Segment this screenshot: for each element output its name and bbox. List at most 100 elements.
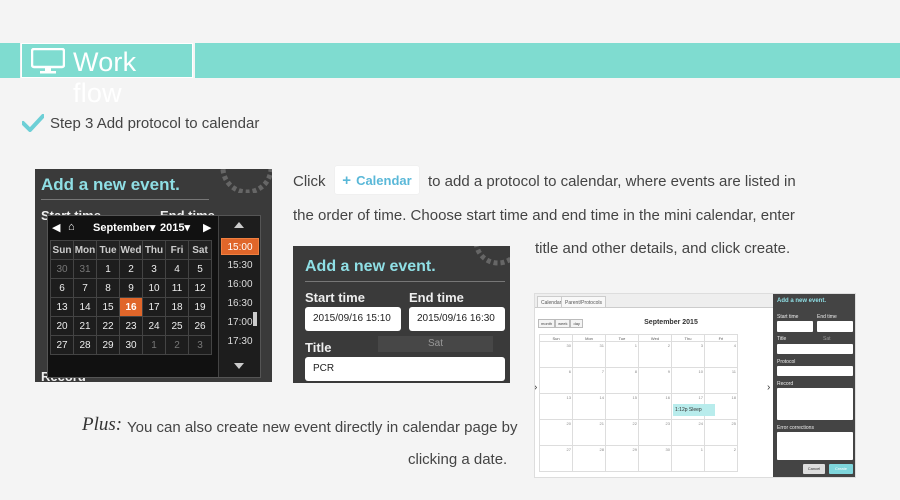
cancel-button[interactable]: Cancel [803, 464, 825, 474]
day-cell[interactable]: 6 [539, 367, 573, 394]
sidebar-end-field[interactable] [817, 321, 853, 332]
time-option[interactable]: 17:30 [221, 333, 259, 350]
day-cell[interactable]: 30 [119, 335, 143, 355]
day-cell[interactable]: 4 [704, 341, 738, 368]
time-option[interactable]: 15:00 [221, 238, 259, 255]
sidebar-errors-field[interactable] [777, 432, 853, 460]
day-cell[interactable]: 22 [605, 419, 639, 446]
day-cell[interactable]: 20 [539, 419, 573, 446]
sidebar-protocol-select[interactable] [777, 366, 853, 376]
start-time-field[interactable]: 2015/09/16 15:10 [305, 307, 401, 331]
day-cell[interactable]: 7 [572, 367, 606, 394]
day-cell[interactable]: 12 [188, 278, 212, 298]
view-week-button[interactable]: week [555, 319, 571, 328]
view-day-button[interactable]: day [570, 319, 583, 328]
day-cell[interactable]: 22 [96, 316, 120, 336]
day-cell[interactable]: 15 [605, 393, 639, 420]
day-cell[interactable]: 1 [605, 341, 639, 368]
day-cell[interactable]: 1 [142, 335, 166, 355]
day-cell[interactable]: 13 [539, 393, 573, 420]
day-cell[interactable]: 30 [638, 445, 672, 472]
day-cell[interactable]: 29 [605, 445, 639, 472]
day-cell[interactable]: 2 [119, 259, 143, 279]
create-button[interactable]: Create [829, 464, 853, 474]
day-cell[interactable]: 7 [73, 278, 97, 298]
day-cell[interactable]: 27 [539, 445, 573, 472]
next-month-icon[interactable]: ▶ [203, 221, 211, 234]
day-cell[interactable]: 8 [605, 367, 639, 394]
view-switcher: month week day [538, 319, 583, 328]
day-cell[interactable]: 30 [50, 259, 74, 279]
date-picker[interactable]: ◀ ⌂ September▾ 2015▾ ▶ Sun Mon Tue Wed Thu Fr… [47, 215, 261, 378]
time-list[interactable]: 15:00 15:30 16:00 16:30 17:00 17:30 [218, 216, 260, 377]
sidebar-start-field[interactable] [777, 321, 813, 332]
day-cell[interactable]: 25 [165, 316, 189, 336]
day-cell[interactable]: 23 [638, 419, 672, 446]
prev-month-icon[interactable]: ◀ [52, 221, 60, 234]
prev-arrow-icon[interactable]: › [535, 382, 537, 393]
day-cell[interactable]: 9 [638, 367, 672, 394]
day-cell[interactable]: 2 [704, 445, 738, 472]
next-arrow-icon[interactable]: › [767, 382, 770, 393]
day-cell[interactable]: 3 [142, 259, 166, 279]
day-cell[interactable]: 25 [704, 419, 738, 446]
sidebar-record-field[interactable] [777, 388, 853, 420]
day-cell[interactable]: 8 [96, 278, 120, 298]
day-cell[interactable]: 1 [671, 445, 705, 472]
day-cell[interactable]: 19 [188, 297, 212, 317]
day-cell[interactable]: 21 [572, 419, 606, 446]
title-field[interactable]: PCR [305, 357, 505, 381]
day-cell[interactable]: 1 [96, 259, 120, 279]
day-cell[interactable]: 17 [142, 297, 166, 317]
day-cell[interactable]: 24 [142, 316, 166, 336]
month-select[interactable]: September▾ [93, 221, 155, 234]
day-cell[interactable]: 20 [50, 316, 74, 336]
day-cell[interactable]: 11 [165, 278, 189, 298]
sidebar-title-field[interactable] [777, 344, 853, 354]
time-option[interactable]: 16:00 [221, 276, 259, 293]
day-cell[interactable]: 10 [142, 278, 166, 298]
end-time-field[interactable]: 2015/09/16 16:30 [409, 307, 505, 331]
day-cell[interactable]: 24 [671, 419, 705, 446]
time-scrollbar[interactable] [253, 312, 257, 326]
time-up-icon[interactable] [234, 222, 244, 228]
calendar-event[interactable]: 1:12p Sleep [673, 404, 715, 416]
day-cell[interactable]: 26 [188, 316, 212, 336]
day-cell[interactable]: 3 [671, 341, 705, 368]
tab-bar: Calendar Parent/Protocols [535, 294, 773, 308]
day-cell[interactable]: 14 [572, 393, 606, 420]
home-icon[interactable]: ⌂ [68, 221, 75, 233]
view-month-button[interactable]: month [538, 319, 556, 328]
day-cell[interactable]: 18 [165, 297, 189, 317]
day-cell[interactable]: 28 [73, 335, 97, 355]
tab-protocols[interactable]: Parent/Protocols [561, 296, 606, 308]
plus-line1: You can also create new event directly i… [127, 419, 518, 436]
add-calendar-button[interactable]: + Calendar [335, 166, 419, 194]
day-cell[interactable]: 4 [165, 259, 189, 279]
time-option[interactable]: 16:30 [221, 295, 259, 312]
time-down-icon[interactable] [234, 363, 244, 369]
day-cell[interactable]: 30 [539, 341, 573, 368]
day-cell[interactable]: 31 [572, 341, 606, 368]
day-cell[interactable]: 13 [50, 297, 74, 317]
day-cell[interactable]: 6 [50, 278, 74, 298]
day-cell[interactable]: 16 [119, 297, 143, 317]
day-cell[interactable]: 9 [119, 278, 143, 298]
day-cell[interactable]: 16 [638, 393, 672, 420]
day-cell[interactable]: 2 [165, 335, 189, 355]
day-cell[interactable]: 31 [73, 259, 97, 279]
day-cell[interactable]: 28 [572, 445, 606, 472]
day-cell[interactable]: 11 [704, 367, 738, 394]
day-cell[interactable]: 3 [188, 335, 212, 355]
year-select[interactable]: 2015▾ [160, 221, 190, 234]
day-cell[interactable]: 21 [73, 316, 97, 336]
day-cell[interactable]: 27 [50, 335, 74, 355]
day-cell[interactable]: 15 [96, 297, 120, 317]
time-option[interactable]: 15:30 [221, 257, 259, 274]
day-cell[interactable]: 14 [73, 297, 97, 317]
day-cell[interactable]: 29 [96, 335, 120, 355]
day-cell[interactable]: 10 [671, 367, 705, 394]
day-cell[interactable]: 2 [638, 341, 672, 368]
day-cell[interactable]: 5 [188, 259, 212, 279]
day-cell[interactable]: 23 [119, 316, 143, 336]
